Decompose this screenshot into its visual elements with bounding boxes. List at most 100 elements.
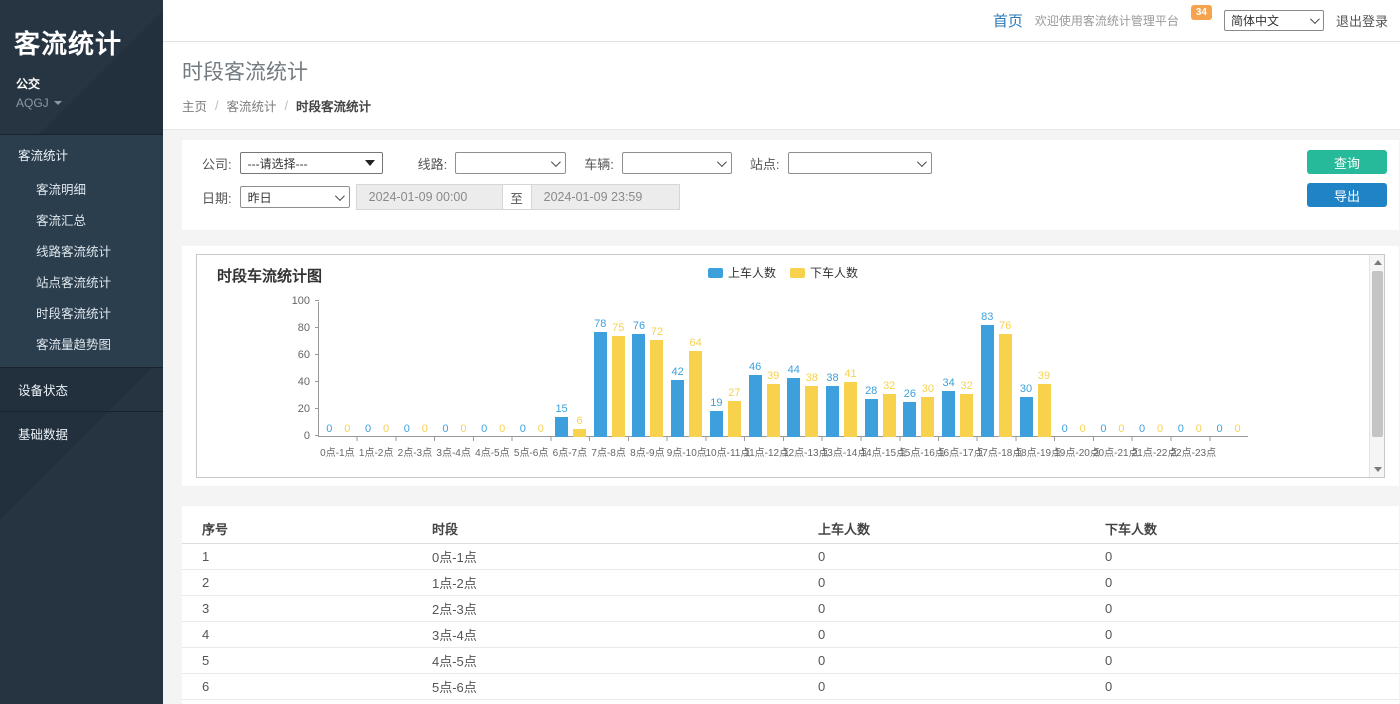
bar-下车人数[interactable]: [844, 382, 857, 437]
bar-上车人数[interactable]: [787, 378, 800, 437]
bar-下车人数[interactable]: [1038, 384, 1051, 437]
bar-上车人数[interactable]: [749, 375, 762, 437]
bar-column: 0: [380, 302, 393, 437]
bar-下车人数[interactable]: [805, 386, 818, 437]
bar-value-label: 38: [806, 373, 818, 384]
bar-下车人数[interactable]: [612, 336, 625, 437]
bar-group-12点-13点: 44 38: [783, 302, 822, 437]
bar-上车人数[interactable]: [981, 325, 994, 437]
bar-下车人数[interactable]: [650, 340, 663, 437]
sidebar-group-header[interactable]: 客流统计: [0, 135, 163, 173]
bar-下车人数[interactable]: [960, 394, 973, 437]
bar-上车人数[interactable]: [903, 402, 916, 437]
y-axis-tick-mark: [315, 435, 319, 436]
table-cell: 0: [1105, 575, 1399, 590]
bar-上车人数[interactable]: [555, 417, 568, 437]
bar-上车人数[interactable]: [671, 380, 684, 437]
table-row: 65点-6点00: [182, 674, 1399, 700]
bar-value-label: 41: [844, 369, 856, 380]
bar-column: 26: [903, 302, 916, 437]
bar-group-15点-16点: 2630: [900, 302, 939, 437]
language-select[interactable]: 简体中文: [1224, 10, 1324, 31]
sidebar-item-客流汇总[interactable]: 客流汇总: [0, 204, 163, 235]
x-axis-label: 6点-7点: [551, 444, 590, 459]
chart-legend: 上车人数下车人数: [197, 264, 1369, 281]
table-cell: 0: [818, 653, 1105, 668]
sidebar-item-客流量趋势图[interactable]: 客流量趋势图: [0, 328, 163, 359]
chart-card: 时段车流统计图 上车人数下车人数 02040608010000000000000…: [182, 246, 1399, 486]
export-button[interactable]: 导出: [1307, 183, 1387, 207]
sidebar-item-客流明细[interactable]: 客流明细: [0, 173, 163, 204]
chevron-down-icon: [54, 101, 62, 105]
bar-group-3点-4点: 00: [435, 302, 474, 437]
table-cell: 1: [202, 549, 432, 564]
table-cell: 2点-3点: [432, 599, 818, 618]
bar-group-8点-9点: 7672: [629, 302, 668, 437]
sidebar-submenu: 客流明细客流汇总线路客流统计站点客流统计时段客流统计客流量趋势图: [0, 173, 163, 367]
station-select[interactable]: [788, 152, 932, 174]
bar-column: 0: [1136, 302, 1149, 437]
bar-下车人数[interactable]: [767, 384, 780, 437]
bar-column: 42: [671, 302, 684, 437]
company-select[interactable]: ---请选择---: [240, 152, 383, 174]
breadcrumb-item[interactable]: 主页: [182, 96, 207, 115]
bar-上车人数[interactable]: [710, 411, 723, 437]
bar-group-7点-8点: 7875: [590, 302, 629, 437]
logout-link[interactable]: 退出登录: [1336, 11, 1388, 30]
legend-item-下车人数[interactable]: 下车人数: [790, 264, 858, 281]
scrollbar-thumb[interactable]: [1372, 271, 1383, 437]
chart-vertical-scrollbar[interactable]: [1369, 255, 1384, 477]
bar-column: 39: [1038, 302, 1051, 437]
query-button[interactable]: 查询: [1307, 150, 1387, 174]
date-start-input[interactable]: 2024-01-09 00:00: [356, 184, 503, 210]
x-axis-label: 2点-3点: [396, 444, 435, 459]
date-preset-select[interactable]: 昨日: [240, 186, 350, 208]
org-switcher[interactable]: AQGJ: [16, 96, 163, 110]
legend-item-上车人数[interactable]: 上车人数: [708, 264, 776, 281]
bar-上车人数[interactable]: [632, 334, 645, 437]
bar-下车人数[interactable]: [883, 394, 896, 437]
bar-下车人数[interactable]: [921, 397, 934, 438]
bar-上车人数[interactable]: [826, 386, 839, 437]
bar-value-label: 44: [788, 365, 800, 376]
table-cell: 0: [818, 549, 1105, 564]
sidebar-item-站点客流统计[interactable]: 站点客流统计: [0, 266, 163, 297]
y-axis-tick-label: 80: [298, 322, 310, 334]
bar-column: 6: [573, 302, 586, 437]
vehicle-select[interactable]: [622, 152, 732, 174]
bar-column: 78: [594, 302, 607, 437]
date-end-input[interactable]: 2024-01-09 23:59: [531, 184, 680, 210]
sidebar-item-设备状态[interactable]: 设备状态: [0, 367, 163, 411]
bar-下车人数[interactable]: [689, 351, 702, 437]
date-range-to-label: 至: [503, 184, 531, 210]
bar-value-label: 34: [942, 378, 954, 389]
scroll-up-arrow-icon[interactable]: [1370, 255, 1385, 270]
bar-上车人数[interactable]: [1020, 397, 1033, 438]
table-row: 21点-2点00: [182, 570, 1399, 596]
bar-column: 38: [805, 302, 818, 437]
bar-下车人数[interactable]: [573, 429, 586, 437]
bar-group-2点-3点: 00: [396, 302, 435, 437]
bar-column: 0: [1213, 302, 1226, 437]
bar-上车人数[interactable]: [865, 399, 878, 437]
scroll-down-arrow-icon[interactable]: [1370, 462, 1385, 477]
x-axis-ticks: [319, 437, 1248, 441]
bar-group-18点-19点: 3039: [1016, 302, 1055, 437]
line-select[interactable]: [455, 152, 566, 174]
bar-group-13点-14点: 3841: [822, 302, 861, 437]
y-axis-tick-mark: [315, 300, 319, 301]
table-row: 43点-4点00: [182, 622, 1399, 648]
sidebar-item-基础数据[interactable]: 基础数据: [0, 411, 163, 455]
breadcrumb-item[interactable]: 客流统计: [227, 96, 277, 115]
sidebar-item-时段客流统计[interactable]: 时段客流统计: [0, 297, 163, 328]
bar-上车人数[interactable]: [942, 391, 955, 437]
bar-上车人数[interactable]: [594, 332, 607, 437]
bar-column: 64: [689, 302, 702, 437]
home-link[interactable]: 首页: [993, 10, 1023, 31]
bar-下车人数[interactable]: [999, 334, 1012, 437]
sidebar-item-线路客流统计[interactable]: 线路客流统计: [0, 235, 163, 266]
bar-value-label: 42: [672, 367, 684, 378]
bar-下车人数[interactable]: [728, 401, 741, 437]
table-cell: 5: [202, 653, 432, 668]
y-axis-tick-label: 20: [298, 403, 310, 415]
